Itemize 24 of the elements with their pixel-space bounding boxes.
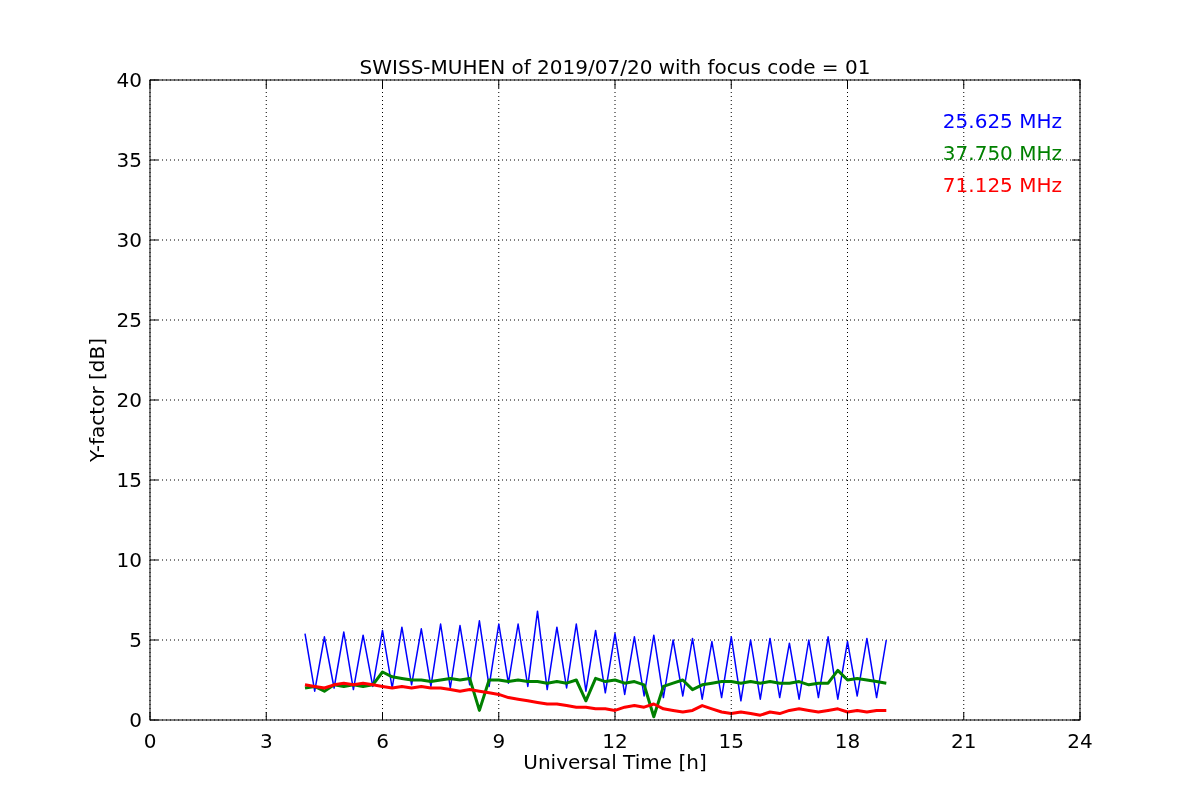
x-tick-label: 21: [951, 729, 977, 753]
x-tick-label: 12: [602, 729, 628, 753]
x-tick-label: 9: [492, 729, 506, 753]
x-tick-label: 3: [259, 729, 273, 753]
y-tick-label: 25: [116, 308, 142, 332]
y-tick-label: 0: [129, 708, 142, 732]
x-tick-label: 6: [376, 729, 389, 753]
legend-label: 25.625 MHz: [942, 109, 1062, 133]
y-tick-label: 30: [116, 228, 142, 252]
x-tick-label: 0: [143, 729, 157, 753]
y-axis-label: Y-factor [dB]: [85, 338, 109, 462]
x-tick-label: 24: [1067, 729, 1093, 753]
y-tick-label: 5: [129, 628, 142, 652]
legend-label: 37.750 MHz: [942, 141, 1062, 165]
legend-label: 71.125 MHz: [942, 173, 1062, 197]
y-tick-label: 15: [116, 468, 142, 492]
x-tick-label: 15: [718, 729, 744, 753]
y-tick-label: 35: [116, 148, 142, 172]
y-tick-label: 10: [116, 548, 142, 572]
y-tick-label: 20: [116, 388, 142, 412]
x-axis-label: Universal Time [h]: [523, 750, 707, 774]
x-tick-label: 18: [834, 729, 861, 753]
y-tick-label: 40: [116, 68, 142, 92]
chart-title: SWISS-MUHEN of 2019/07/20 with focus code = 01: [359, 55, 871, 79]
